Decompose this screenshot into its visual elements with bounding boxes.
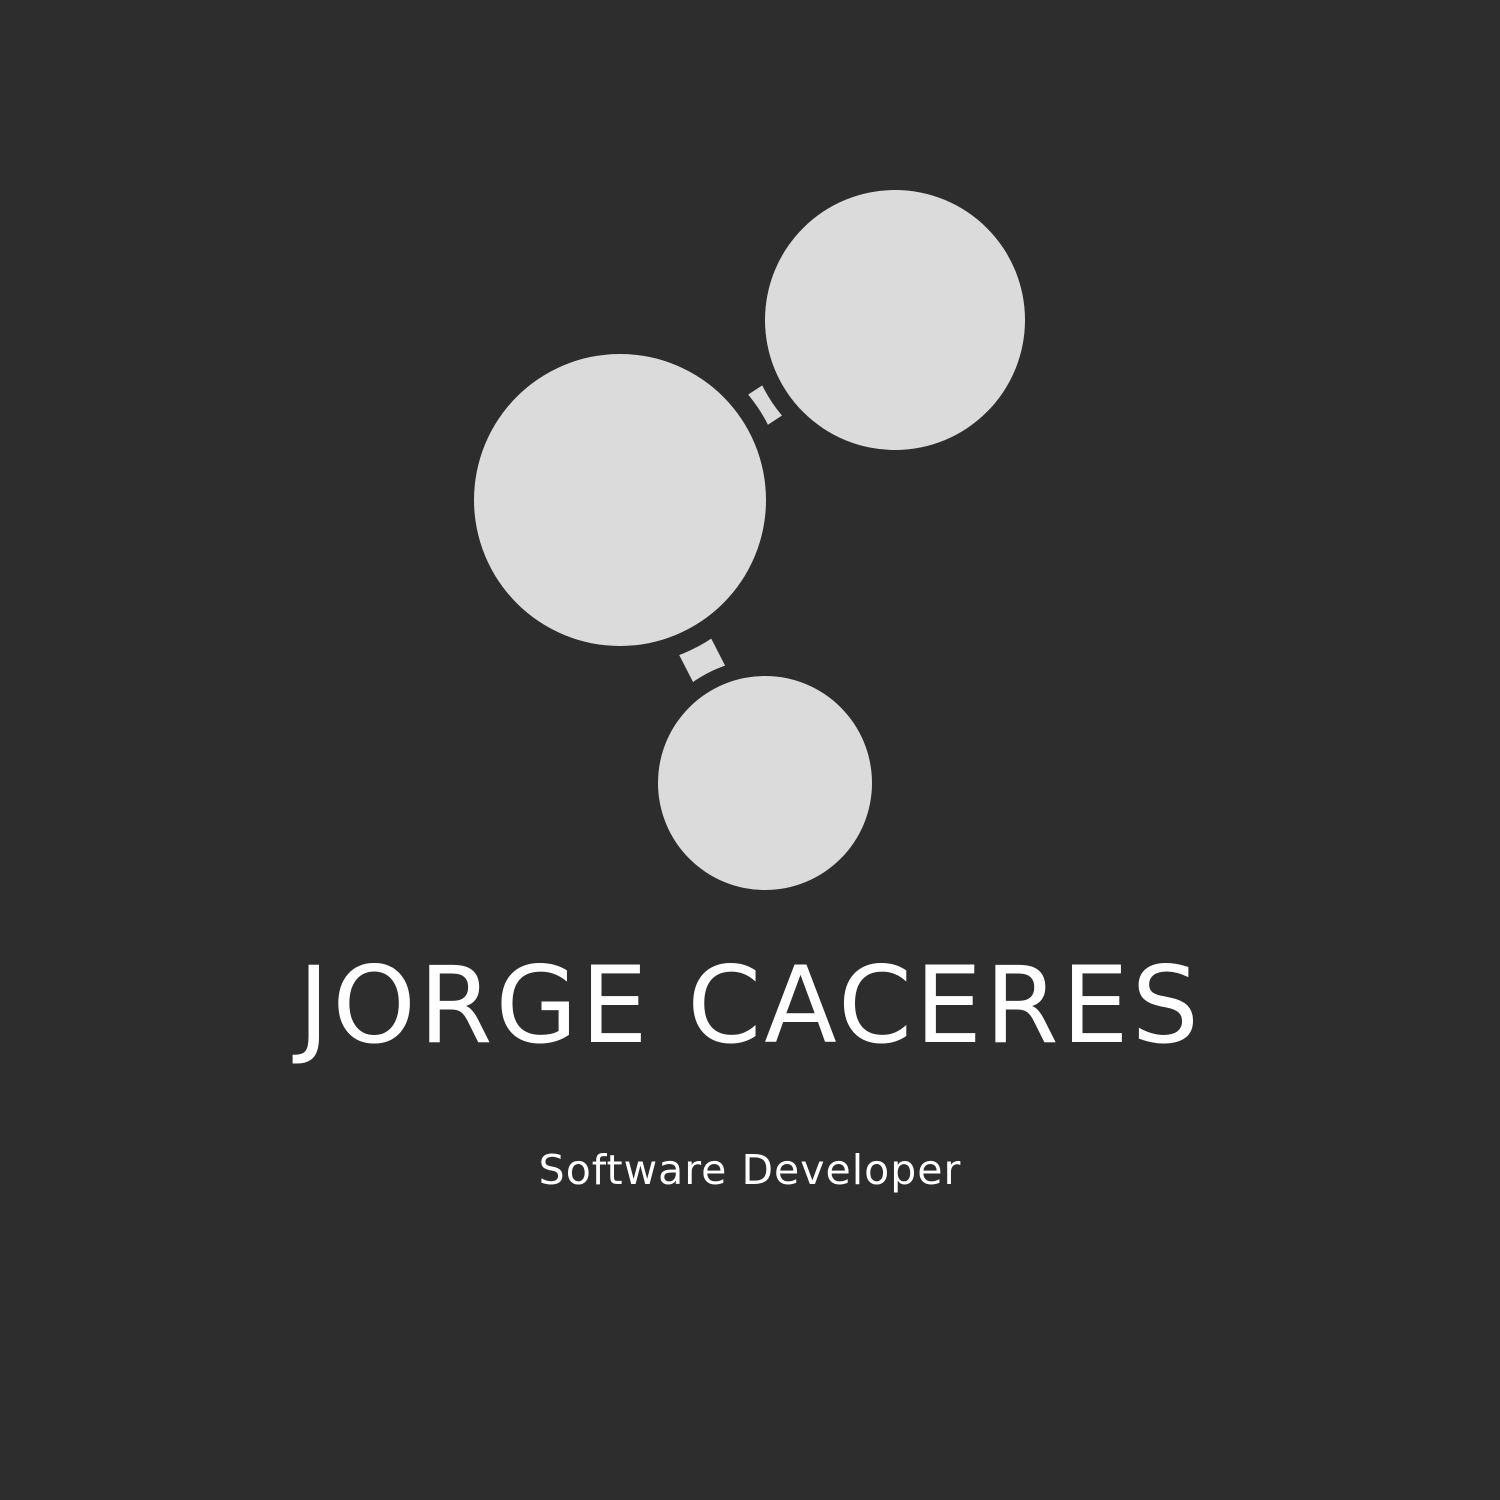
logo: JORGE CACERES Software Developer	[0, 0, 1500, 1500]
molecule-network-icon	[454, 172, 1043, 907]
node-bottom	[658, 676, 872, 890]
brand-name: JORGE CACERES	[298, 944, 1202, 1067]
logo-page: { "logo": { "icon": "molecule-network-ic…	[0, 0, 1500, 1500]
node-top	[765, 190, 1025, 450]
brand-tagline: Software Developer	[538, 1146, 962, 1194]
node-main	[474, 354, 766, 646]
